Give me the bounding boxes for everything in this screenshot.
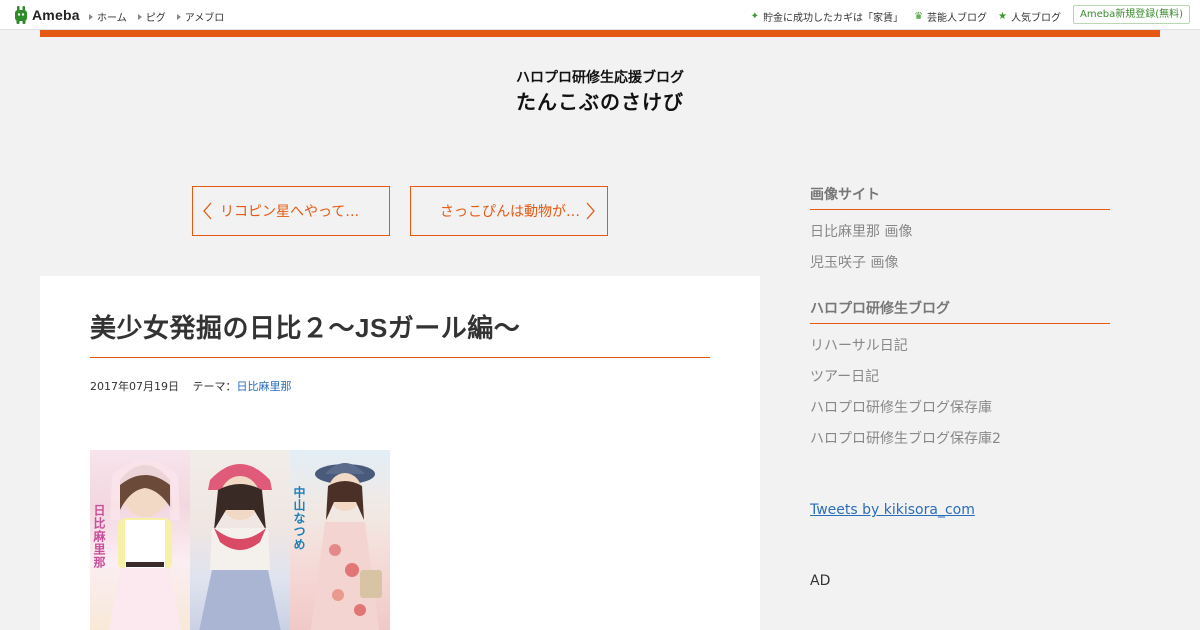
ameba-header-bar: Ameba ホーム ピグ アメブロ ✦ 貯金に成功したカギは「家賃」 ♛ 芸能人ブロ…: [0, 0, 1200, 30]
triangle-right-icon: [176, 13, 181, 20]
right-nav: ✦ 貯金に成功したカギは「家賃」 ♛ 芸能人ブログ ★ 人気ブログ: [740, 9, 1061, 24]
article-title[interactable]: 美少女発掘の日比２～JSガール編～: [90, 308, 520, 345]
sidebar: 画像サイト 日比麻里那 画像 児玉咲子 画像 ハロプロ研修生ブログ リハーサル日…: [810, 184, 1110, 474]
ad-label: AD: [810, 573, 831, 589]
sidebar-heading-trainee-blogs: ハロプロ研修生ブログ: [810, 298, 1110, 324]
chevron-left-icon: [203, 202, 212, 220]
ameba-logo[interactable]: Ameba: [13, 5, 80, 25]
sidebar-link[interactable]: ハロプロ研修生ブログ保存庫: [810, 398, 1110, 429]
photo-caption-1: 日比麻里那: [92, 504, 106, 569]
triangle-right-icon: [137, 13, 142, 20]
sidebar-link[interactable]: 児玉咲子 画像: [810, 253, 1110, 284]
sidebar-list-image-sites: 日比麻里那 画像 児玉咲子 画像: [810, 222, 1110, 284]
sidebar-heading-image-sites: 画像サイト: [810, 184, 1110, 210]
blog-title[interactable]: たんこぶのさけび: [0, 89, 1200, 115]
prev-entry-label: リコピン星へやって…: [220, 204, 360, 220]
photo-panel-2: [190, 450, 290, 630]
tweets-link[interactable]: Tweets by kikisora_com: [810, 502, 975, 518]
blog-header: ハロプロ研修生応援ブログ たんこぶのさけび: [0, 68, 1200, 115]
crown-icon: ♛: [914, 10, 924, 22]
chevron-right-icon: [586, 202, 595, 220]
next-entry-label: さっこぴんは動物が…: [440, 204, 580, 220]
celebrity-blog-label: 芸能人ブログ: [927, 13, 988, 24]
celebrity-blog-link[interactable]: ♛ 芸能人ブログ: [914, 9, 987, 24]
article-date: 2017年07月19日: [90, 380, 179, 393]
nav-ameblo-link[interactable]: アメブロ: [176, 9, 225, 24]
title-divider: [90, 357, 710, 358]
sidebar-link[interactable]: リハーサル日記: [810, 336, 1110, 367]
nav-pigg-link[interactable]: ピグ: [137, 9, 166, 24]
article-card: 美少女発掘の日比２～JSガール編～ 2017年07月19日 テーマ：日比麻里那 …: [40, 276, 760, 630]
prev-entry-button[interactable]: リコピン星へやって…: [192, 186, 390, 236]
accent-divider: [40, 30, 1160, 37]
promo-link[interactable]: ✦ 貯金に成功したカギは「家賃」: [751, 9, 903, 24]
ameba-mascot-icon: [13, 5, 29, 25]
next-entry-button[interactable]: さっこぴんは動物が…: [410, 186, 608, 236]
popular-blog-link[interactable]: ★ 人気ブログ: [998, 9, 1061, 24]
ameba-logo-text: Ameba: [32, 7, 80, 23]
sidebar-list-trainee-blogs: リハーサル日記 ツアー日記 ハロプロ研修生ブログ保存庫 ハロプロ研修生ブログ保存…: [810, 336, 1110, 460]
triangle-right-icon: [89, 13, 93, 20]
star-icon: ★: [998, 10, 1007, 22]
theme-link[interactable]: 日比麻里那: [237, 380, 292, 393]
photo-caption-2: 中山なつめ: [292, 486, 306, 551]
sidebar-link[interactable]: 日比麻里那 画像: [810, 222, 1110, 253]
nav-home-link[interactable]: ホーム: [89, 9, 127, 24]
top-nav: ホーム ピグ アメブロ: [89, 9, 235, 24]
blog-subtitle: ハロプロ研修生応援ブログ: [516, 70, 684, 86]
sparkle-icon: ✦: [750, 10, 760, 22]
girl-figure-illustration: [199, 464, 281, 630]
nav-label: ピグ: [145, 13, 166, 24]
sidebar-link[interactable]: ツアー日記: [810, 367, 1110, 398]
sidebar-link[interactable]: ハロプロ研修生ブログ保存庫2: [810, 429, 1110, 460]
promo-label: 貯金に成功したカギは「家賃」: [763, 13, 904, 24]
register-button[interactable]: Ameba新規登録(無料): [1072, 5, 1190, 24]
theme-prefix: テーマ：: [192, 380, 237, 393]
photo-panel-3: 中山なつめ: [290, 450, 390, 630]
article-meta: 2017年07月19日 テーマ：日比麻里那: [90, 378, 292, 394]
photo-panel-1: 日比麻里那: [90, 450, 190, 630]
nav-label: アメブロ: [184, 13, 225, 24]
popular-blog-label: 人気ブログ: [1011, 13, 1061, 24]
article-photo[interactable]: 日比麻里那 中山なつめ: [90, 450, 390, 630]
nav-label: ホーム: [97, 13, 127, 24]
